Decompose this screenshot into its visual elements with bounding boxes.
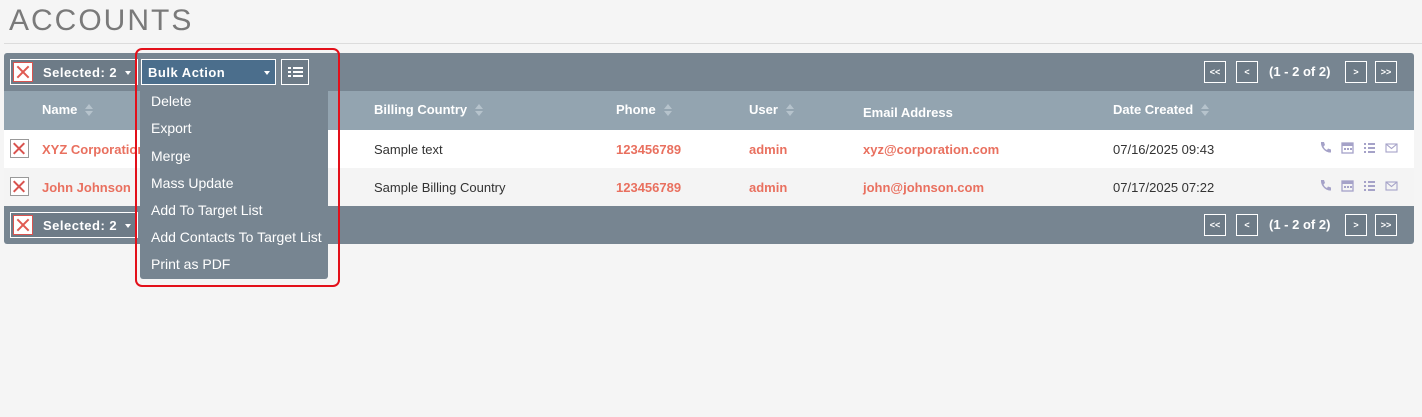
title-divider bbox=[4, 43, 1422, 44]
selection-dropdown[interactable]: Selected: 2 bbox=[10, 59, 138, 85]
account-name-link[interactable]: John Johnson bbox=[42, 180, 131, 195]
chevron-down-icon bbox=[125, 71, 131, 75]
first-page-button[interactable]: << bbox=[1204, 61, 1226, 83]
sort-icon bbox=[785, 103, 794, 116]
sort-icon bbox=[663, 103, 672, 116]
chevron-down-icon bbox=[125, 224, 131, 228]
calendar-icon[interactable] bbox=[1341, 179, 1354, 192]
sort-icon bbox=[85, 103, 94, 116]
selected-count-label: Selected: 2 bbox=[43, 217, 118, 233]
column-header-billing-country[interactable]: Billing Country bbox=[374, 102, 484, 117]
last-page-button[interactable]: >> bbox=[1375, 61, 1397, 83]
email-icon[interactable] bbox=[1385, 179, 1398, 192]
deselect-all-checkbox[interactable] bbox=[13, 215, 33, 235]
deselect-all-checkbox[interactable] bbox=[13, 62, 33, 82]
date-created-cell: 07/16/2025 09:43 bbox=[1113, 142, 1215, 157]
bulk-action-menu: Delete Export Merge Mass Update Add To T… bbox=[140, 87, 328, 279]
sort-icon bbox=[1201, 103, 1210, 116]
user-link[interactable]: admin bbox=[749, 180, 787, 195]
bulk-action-label: Bulk Action bbox=[148, 64, 226, 80]
next-page-button[interactable]: > bbox=[1345, 214, 1367, 236]
column-header-phone[interactable]: Phone bbox=[616, 102, 672, 117]
phone-icon[interactable] bbox=[1319, 141, 1332, 154]
phone-link[interactable]: 123456789 bbox=[616, 180, 681, 195]
phone-icon[interactable] bbox=[1319, 179, 1332, 192]
menu-item-print-as-pdf[interactable]: Print as PDF bbox=[151, 256, 230, 272]
column-header-email: Email Address bbox=[863, 105, 953, 120]
bulk-action-button[interactable]: Bulk Action bbox=[141, 59, 276, 85]
pagination-info: (1 - 2 of 2) bbox=[1269, 217, 1331, 232]
menu-item-delete[interactable]: Delete bbox=[151, 93, 191, 109]
prev-page-button[interactable]: < bbox=[1236, 61, 1258, 83]
row-quick-actions bbox=[1319, 141, 1398, 154]
column-header-name[interactable]: Name bbox=[42, 102, 94, 117]
email-link[interactable]: john@johnson.com bbox=[863, 180, 984, 195]
pagination-top: << < (1 - 2 of 2) > >> bbox=[1204, 61, 1414, 83]
list-icon[interactable] bbox=[1363, 179, 1376, 192]
menu-item-export[interactable]: Export bbox=[151, 120, 191, 136]
user-link[interactable]: admin bbox=[749, 142, 787, 157]
billing-country-cell: Sample Billing Country bbox=[374, 180, 506, 195]
pagination-bottom: << < (1 - 2 of 2) > >> bbox=[1204, 214, 1414, 236]
column-chooser-button[interactable] bbox=[281, 59, 309, 85]
first-page-button[interactable]: << bbox=[1204, 214, 1226, 236]
chevron-down-icon bbox=[264, 71, 270, 75]
date-created-cell: 07/17/2025 07:22 bbox=[1113, 180, 1215, 195]
top-action-bar: Selected: 2 Bulk Action << < (1 - 2 of 2… bbox=[4, 53, 1414, 91]
selection-dropdown[interactable]: Selected: 2 bbox=[10, 212, 138, 238]
menu-item-mass-update[interactable]: Mass Update bbox=[151, 175, 233, 191]
menu-item-add-contacts-to-target-list[interactable]: Add Contacts To Target List bbox=[151, 229, 322, 245]
column-header-user[interactable]: User bbox=[749, 102, 794, 117]
last-page-button[interactable]: >> bbox=[1375, 214, 1397, 236]
row-quick-actions bbox=[1319, 179, 1398, 192]
calendar-icon[interactable] bbox=[1341, 141, 1354, 154]
page-title: ACCOUNTS bbox=[9, 4, 194, 37]
menu-item-merge[interactable]: Merge bbox=[151, 148, 191, 164]
account-name-link[interactable]: XYZ Corporation bbox=[42, 142, 145, 157]
menu-item-add-to-target-list[interactable]: Add To Target List bbox=[151, 202, 263, 218]
phone-link[interactable]: 123456789 bbox=[616, 142, 681, 157]
email-link[interactable]: xyz@corporation.com bbox=[863, 142, 999, 157]
prev-page-button[interactable]: < bbox=[1236, 214, 1258, 236]
email-icon[interactable] bbox=[1385, 141, 1398, 154]
row-checkbox[interactable] bbox=[10, 139, 29, 158]
sort-icon bbox=[475, 103, 484, 116]
pagination-info: (1 - 2 of 2) bbox=[1269, 64, 1331, 79]
column-header-date-created[interactable]: Date Created bbox=[1113, 102, 1210, 117]
selected-count-label: Selected: 2 bbox=[43, 64, 118, 80]
row-checkbox[interactable] bbox=[10, 177, 29, 196]
next-page-button[interactable]: > bbox=[1345, 61, 1367, 83]
list-icon[interactable] bbox=[1363, 141, 1376, 154]
billing-country-cell: Sample text bbox=[374, 142, 443, 157]
